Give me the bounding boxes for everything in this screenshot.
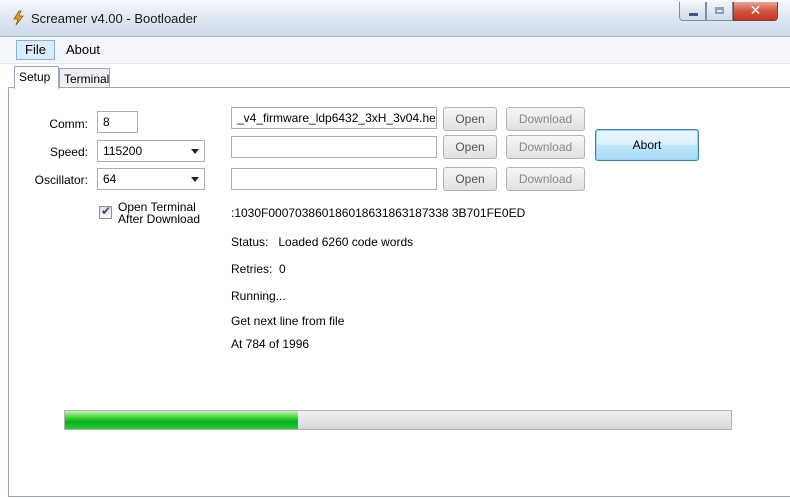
chevron-down-icon <box>191 149 199 154</box>
tab-terminal[interactable]: Terminal <box>59 68 110 89</box>
checkmark-icon: ✔ <box>101 204 112 218</box>
oscillator-value: 64 <box>103 172 117 186</box>
chevron-down-icon <box>191 177 199 182</box>
app-icon <box>13 10 24 26</box>
minimize-icon <box>689 13 698 16</box>
maximize-button[interactable] <box>706 2 733 21</box>
tab-setup[interactable]: Setup <box>14 66 59 89</box>
minimize-button[interactable] <box>679 2 706 21</box>
oscillator-select[interactable]: 64 <box>97 168 205 190</box>
menu-file[interactable]: File <box>16 40 55 60</box>
abort-button[interactable]: Abort <box>595 129 699 161</box>
window-title: Screamer v4.00 - Bootloader <box>31 11 198 26</box>
speed-label: Speed: <box>49 145 88 159</box>
open-button-3[interactable]: Open <box>443 167 497 191</box>
hex-line-text: :1030F000703860186018631863187338 3B701F… <box>231 206 526 220</box>
running-text: Running... <box>231 289 286 303</box>
maximize-icon <box>715 7 724 14</box>
action-text: Get next line from file <box>231 314 345 328</box>
download-button-2[interactable]: Download <box>506 135 585 159</box>
status-text: Status: Loaded 6260 code words <box>231 235 414 249</box>
menu-bar: File About <box>0 37 790 64</box>
download-button-3[interactable]: Download <box>506 167 585 191</box>
line-position-text: At 784 of 1996 <box>231 337 310 351</box>
window-controls: ✕ <box>679 2 778 22</box>
speed-select[interactable]: 115200 <box>97 140 205 162</box>
title-bar[interactable]: Screamer v4.00 - Bootloader ✕ <box>0 0 790 37</box>
oscillator-label: Oscillator: <box>34 173 88 187</box>
retries-text: Retries: 0 <box>231 262 286 276</box>
open-button-2[interactable]: Open <box>443 135 497 159</box>
progress-fill <box>65 411 299 429</box>
download-progress-bar <box>64 410 732 430</box>
menu-about[interactable]: About <box>58 40 108 60</box>
file-path-input-2[interactable] <box>231 136 437 158</box>
comm-label: Comm: <box>49 117 88 131</box>
open-button-1[interactable]: Open <box>443 107 497 131</box>
close-icon: ✕ <box>749 3 762 19</box>
open-terminal-label-line2: After Download <box>118 212 201 226</box>
file-path-input-1[interactable]: _v4_firmware_ldp6432_3xH_3v04.hex <box>231 107 437 129</box>
download-button-1[interactable]: Download <box>506 107 585 131</box>
comm-input[interactable]: 8 <box>97 111 138 133</box>
speed-value: 115200 <box>103 144 143 158</box>
open-terminal-checkbox[interactable]: ✔ <box>99 204 112 219</box>
close-button[interactable]: ✕ <box>733 2 778 21</box>
file-path-input-3[interactable] <box>231 168 437 190</box>
